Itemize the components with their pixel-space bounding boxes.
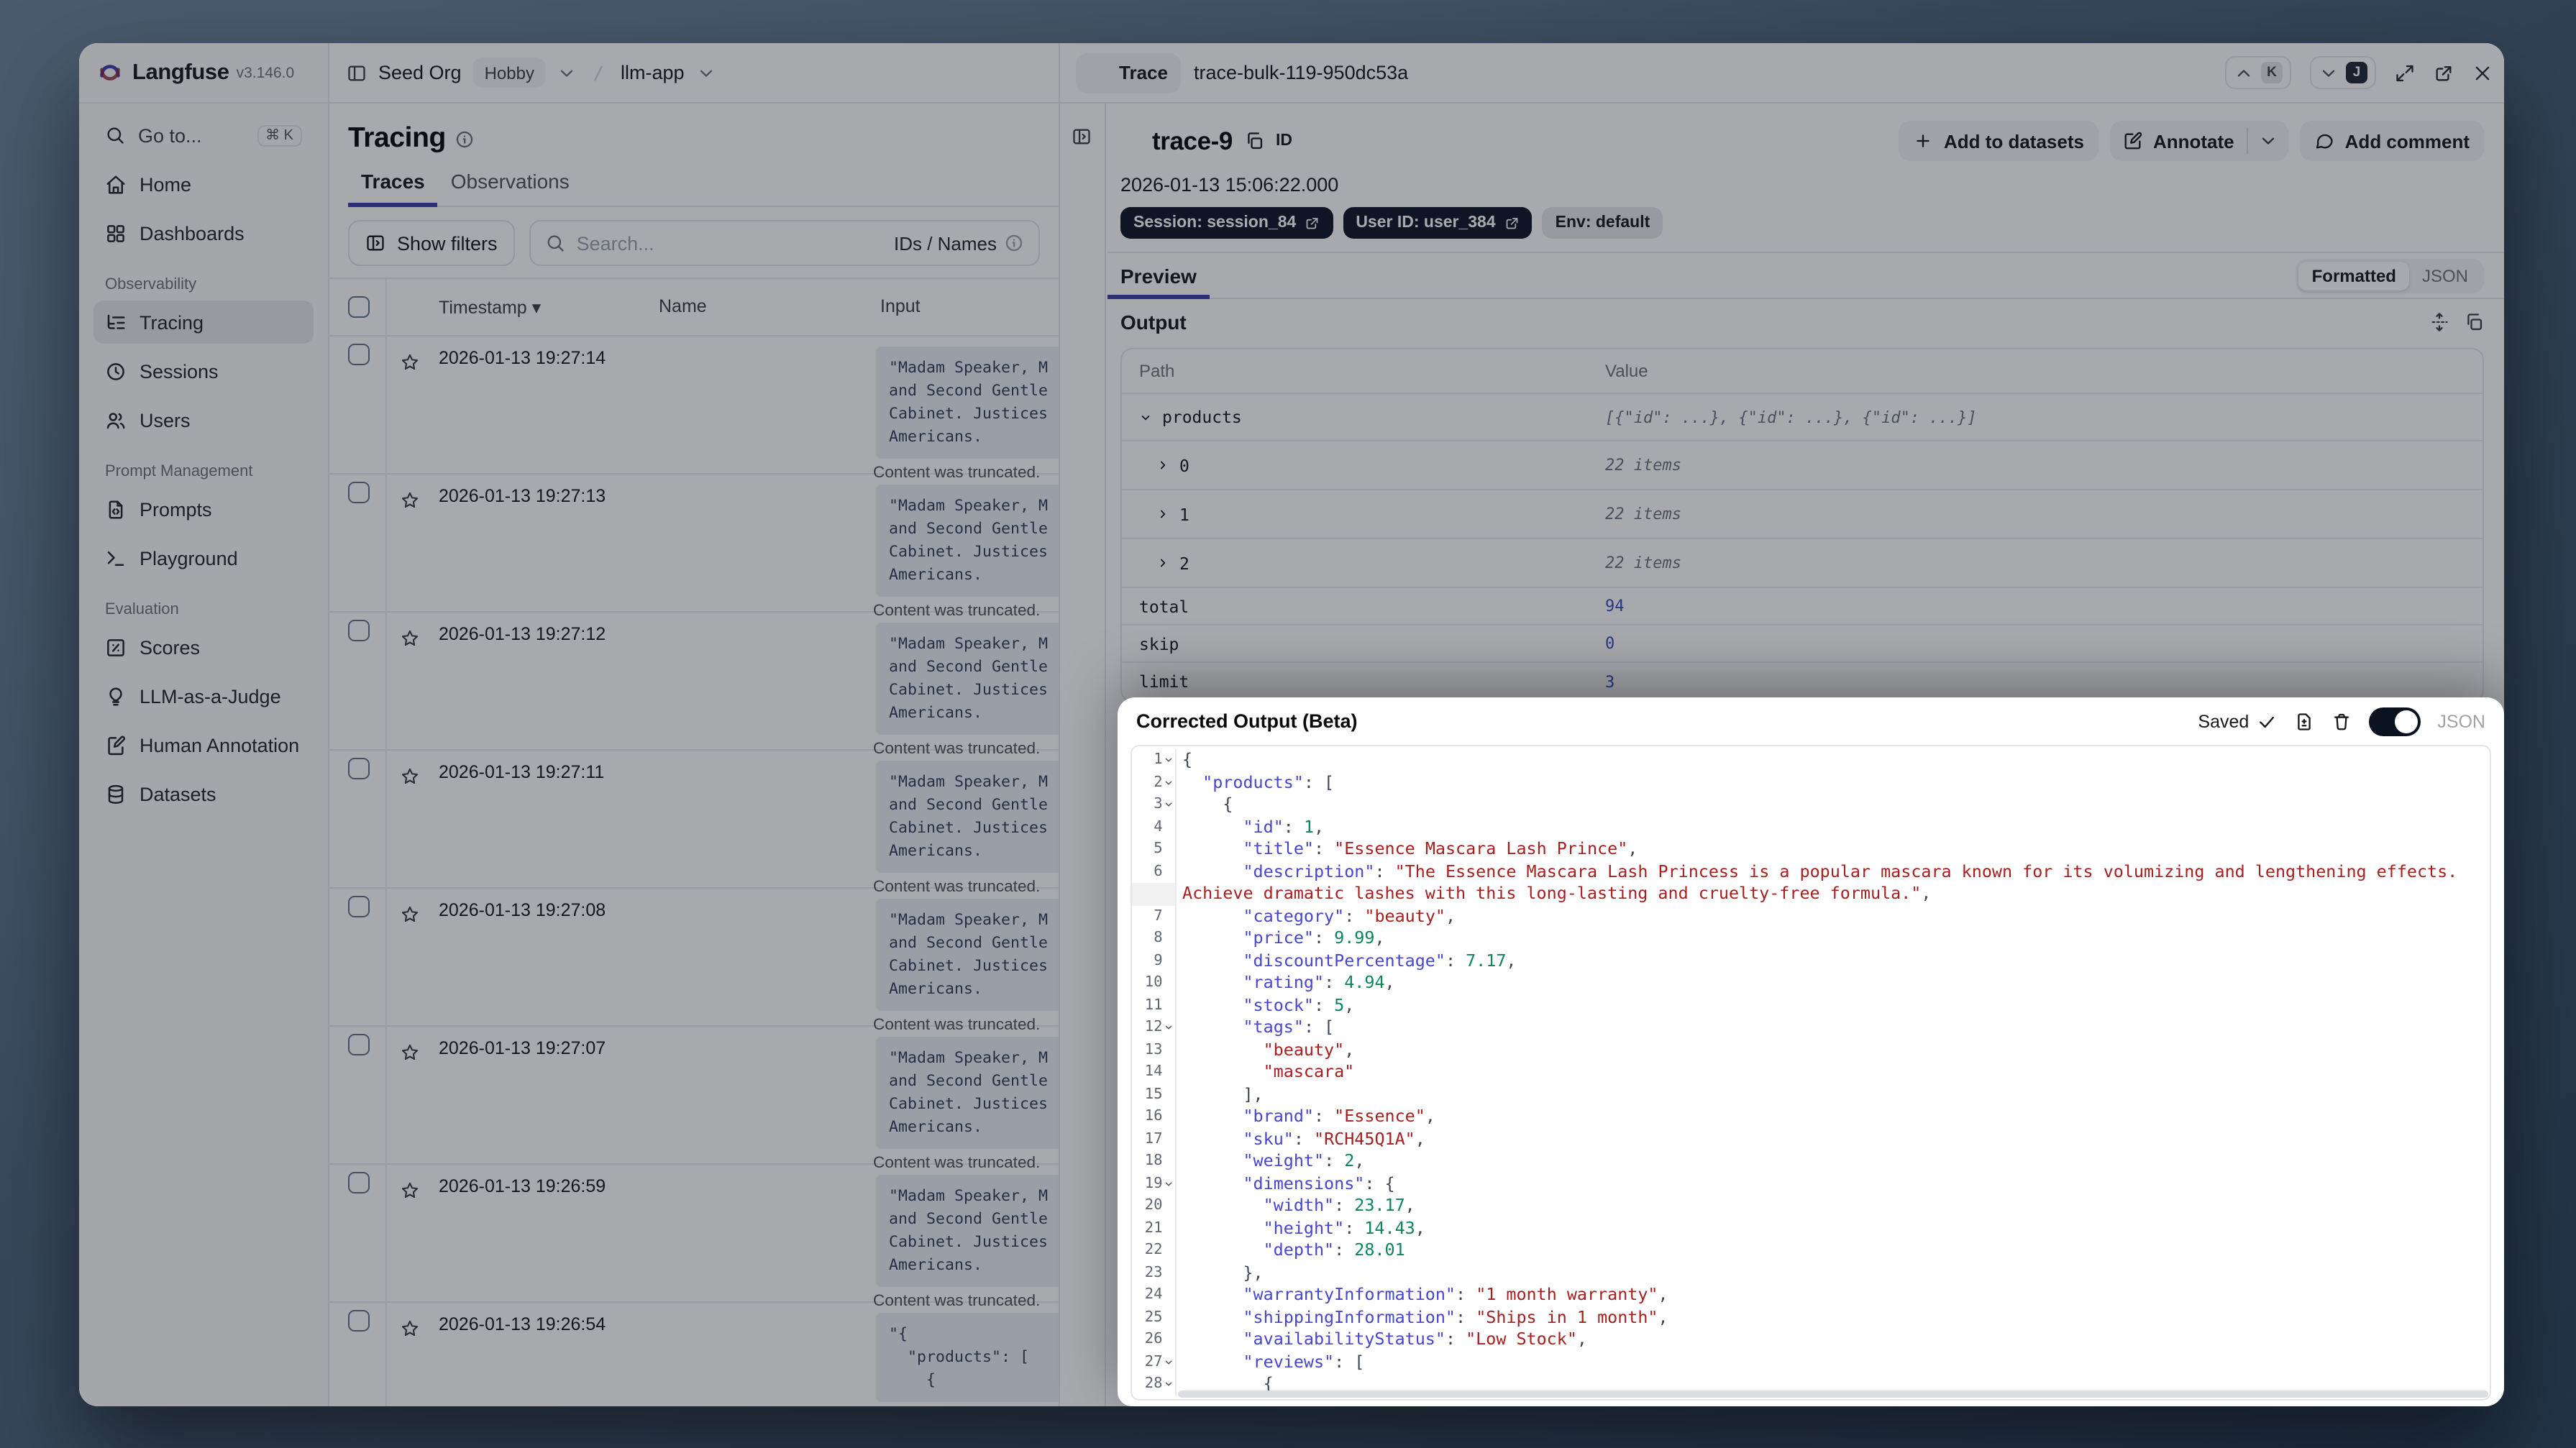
code-line: 27 "reviews": [ bbox=[1132, 1351, 2490, 1373]
horizontal-scrollbar[interactable] bbox=[1178, 1390, 2488, 1398]
json-code-editor[interactable]: 1{2 "products": [3 {4 "id": 1, 5 "title":… bbox=[1131, 745, 2491, 1401]
code-line: 26 "availabilityStatus": "Low Stock", bbox=[1132, 1329, 2490, 1351]
check-icon bbox=[2256, 711, 2276, 731]
code-line: 13 "beauty", bbox=[1132, 1039, 2490, 1061]
code-line: 3 { bbox=[1132, 794, 2490, 816]
code-line: 2 "products": [ bbox=[1132, 771, 2490, 794]
diff-icon[interactable] bbox=[2293, 711, 2314, 731]
delete-icon[interactable] bbox=[2331, 711, 2351, 731]
code-line: 19 "dimensions": { bbox=[1132, 1173, 2490, 1195]
code-line: 23 }, bbox=[1132, 1262, 2490, 1284]
code-line: 21 "height": 14.43, bbox=[1132, 1217, 2490, 1239]
code-line: 16 "brand": "Essence", bbox=[1132, 1106, 2490, 1128]
code-line: 22 "depth": 28.01 bbox=[1132, 1239, 2490, 1262]
code-line: 11 "stock": 5, bbox=[1132, 994, 2490, 1017]
code-line: 5 "title": "Essence Mascara Lash Prince"… bbox=[1132, 838, 2490, 861]
code-line: 18 "weight": 2, bbox=[1132, 1150, 2490, 1173]
code-line: 15 ], bbox=[1132, 1083, 2490, 1106]
json-toggle[interactable] bbox=[2368, 707, 2421, 736]
code-line: 1{ bbox=[1132, 749, 2490, 771]
app-window: Langfuse v3.146.0 Go to... ⌘ K Home Dashb… bbox=[79, 43, 2504, 1406]
code-line: 12 "tags": [ bbox=[1132, 1017, 2490, 1039]
corrected-output-panel: Corrected Output (Beta) Saved JSON 1{2 "… bbox=[1118, 697, 2504, 1406]
code-line: 8 "price": 9.99, bbox=[1132, 927, 2490, 950]
saved-status: Saved bbox=[2198, 711, 2276, 731]
code-line-wrap: Achieve dramatic lashes with this long-l… bbox=[1132, 883, 2490, 905]
code-line: 25 "shippingInformation": "Ships in 1 mo… bbox=[1132, 1306, 2490, 1329]
code-line: 10 "rating": 4.94, bbox=[1132, 972, 2490, 994]
corrected-output-title: Corrected Output (Beta) bbox=[1136, 710, 1358, 732]
code-line: 24 "warrantyInformation": "1 month warra… bbox=[1132, 1284, 2490, 1306]
code-line: 20 "width": 23.17, bbox=[1132, 1195, 2490, 1217]
code-line: 17 "sku": "RCH45Q1A", bbox=[1132, 1128, 2490, 1150]
desktop-background: Langfuse v3.146.0 Go to... ⌘ K Home Dashb… bbox=[0, 0, 2576, 1448]
code-line: 14 "mascara" bbox=[1132, 1061, 2490, 1083]
code-line: 6 "description": "The Essence Mascara La… bbox=[1132, 861, 2490, 883]
json-toggle-label: JSON bbox=[2437, 711, 2485, 731]
code-line: 9 "discountPercentage": 7.17, bbox=[1132, 950, 2490, 972]
code-line: 7 "category": "beauty", bbox=[1132, 905, 2490, 927]
code-line: 4 "id": 1, bbox=[1132, 816, 2490, 838]
